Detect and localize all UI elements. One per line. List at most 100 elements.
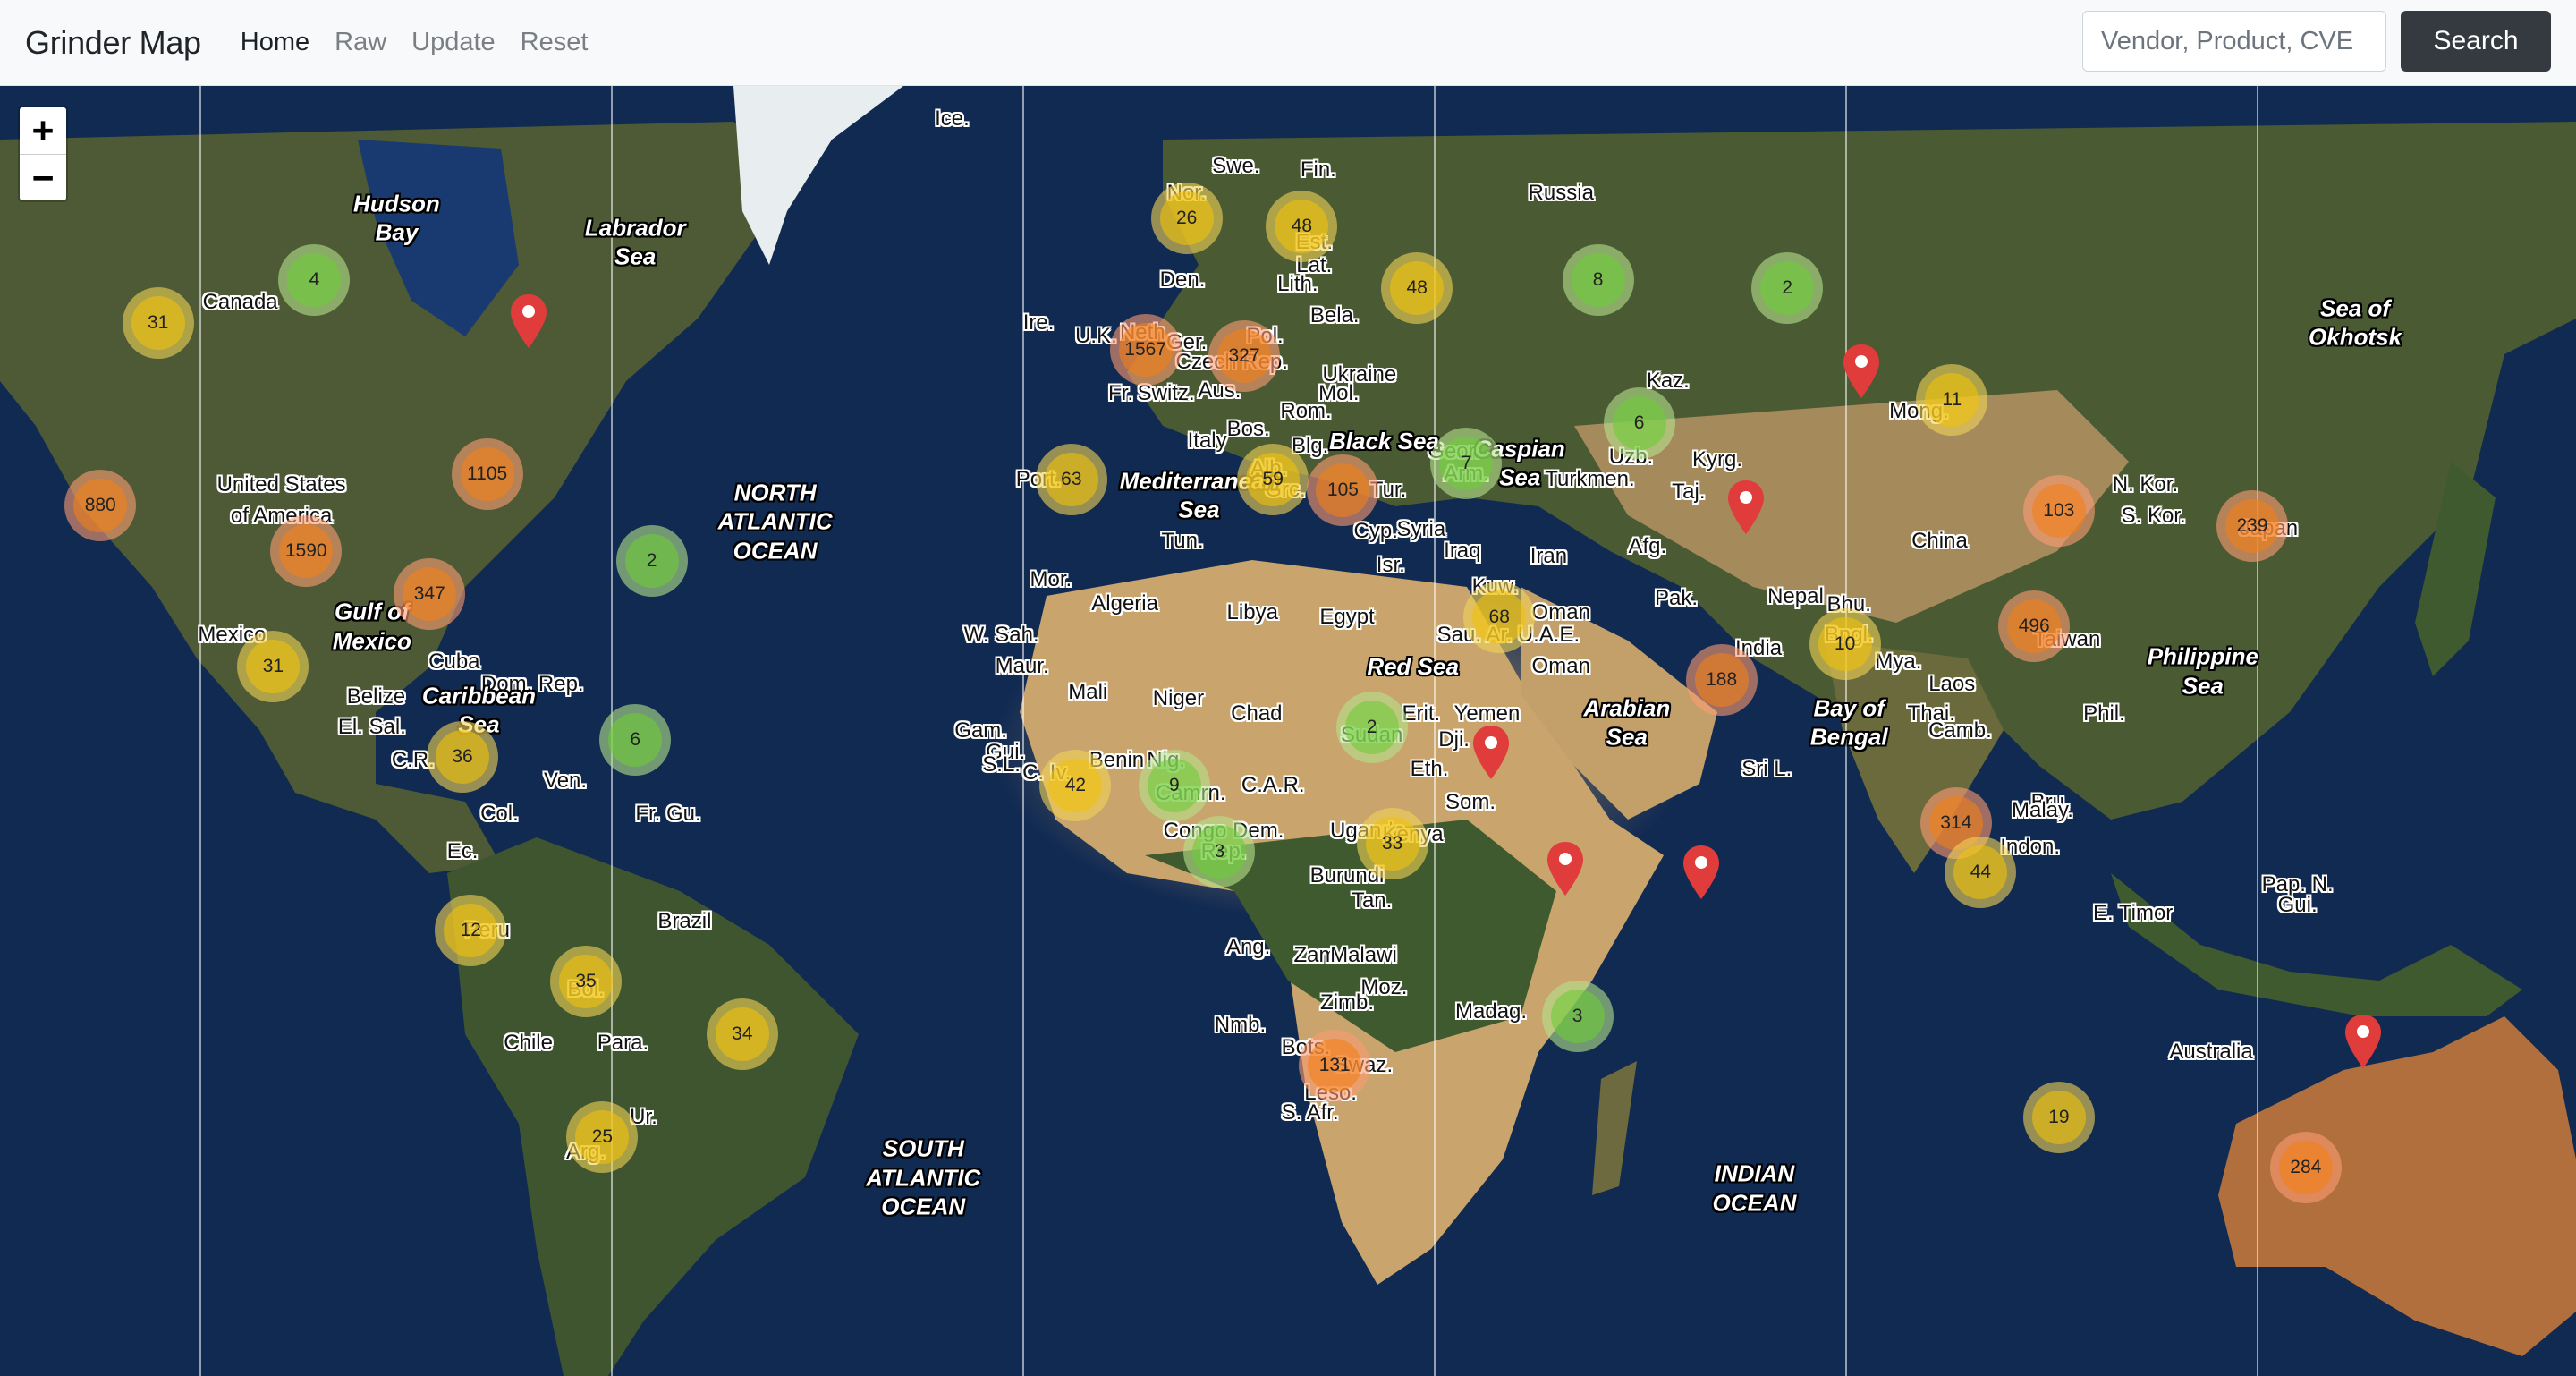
cluster-marker[interactable]: 68: [1463, 582, 1536, 654]
country-label: Algeria: [1091, 590, 1158, 616]
cluster-marker[interactable]: 2: [1751, 251, 1824, 324]
cluster-marker[interactable]: 103: [2022, 475, 2095, 548]
cluster-marker[interactable]: 188: [1685, 643, 1758, 716]
cluster-marker[interactable]: 44: [1945, 836, 2017, 908]
cluster-marker[interactable]: 63: [1035, 443, 1107, 515]
water-body-label-line: Philippine: [2147, 642, 2258, 670]
cluster-count: 131: [1308, 1038, 1362, 1092]
country-label: Ice.: [935, 106, 970, 131]
cluster-marker[interactable]: 26: [1150, 182, 1223, 254]
map-pin-icon[interactable]: [1546, 840, 1585, 897]
cluster-marker[interactable]: 3: [1183, 815, 1256, 888]
cluster-marker[interactable]: 12: [435, 894, 507, 966]
cluster-marker[interactable]: 31: [122, 286, 194, 359]
country-label: Syria: [1396, 516, 1446, 541]
cluster-marker[interactable]: 1590: [270, 515, 343, 588]
country-label: Ven.: [544, 769, 588, 794]
cluster-count: 48: [1390, 260, 1445, 315]
country-label: Afg.: [1628, 533, 1667, 558]
cluster-count: 239: [2225, 499, 2280, 554]
cluster-marker[interactable]: 6: [599, 703, 672, 776]
cluster-marker[interactable]: 33: [1356, 807, 1428, 879]
water-body-label: NORTH ATLANTIC OCEAN: [718, 478, 833, 565]
water-body-label: Hudson Bay: [353, 189, 440, 247]
cluster-marker[interactable]: 1567: [1109, 313, 1182, 386]
map-pin-icon[interactable]: [1682, 844, 1721, 901]
cluster-marker[interactable]: 42: [1039, 750, 1112, 822]
cluster-marker[interactable]: 48: [1381, 251, 1453, 324]
country-label: Ang.: [1225, 934, 1271, 959]
cluster-marker[interactable]: 31: [237, 631, 309, 703]
cluster-marker[interactable]: 19: [2022, 1082, 2095, 1154]
nav-raw[interactable]: Raw: [335, 28, 386, 57]
cluster-marker[interactable]: 1105: [451, 437, 523, 510]
zoom-in-button[interactable]: +: [20, 107, 66, 154]
cluster-marker[interactable]: 10: [1809, 608, 1881, 681]
cluster-marker[interactable]: 880: [64, 470, 137, 542]
nav-update[interactable]: Update: [411, 28, 496, 57]
cluster-marker[interactable]: 9: [1138, 750, 1210, 822]
cluster-marker[interactable]: 105: [1307, 454, 1379, 526]
map-pin-icon[interactable]: [509, 293, 548, 350]
cluster-marker[interactable]: 284: [2269, 1131, 2342, 1203]
water-body-label: Labrador Sea: [585, 213, 686, 271]
country-label: Niger: [1152, 686, 1205, 711]
cluster-marker[interactable]: 2: [615, 524, 688, 597]
country-label: Egypt: [1319, 605, 1375, 630]
cluster-marker[interactable]: 131: [1299, 1029, 1371, 1101]
cluster-count: 59: [1246, 452, 1301, 506]
water-body-label: Black Sea: [1329, 426, 1439, 455]
world-map[interactable]: Ice. Canada United States of America Mexico C…: [0, 86, 2576, 1376]
map-pin-icon[interactable]: [1726, 479, 1766, 536]
country-label: Sri L.: [1741, 756, 1792, 781]
cluster-marker[interactable]: 327: [1208, 320, 1281, 393]
cluster-count: 34: [715, 1007, 769, 1061]
cluster-marker[interactable]: 34: [706, 998, 778, 1070]
country-label: Gui.: [2277, 892, 2318, 917]
country-label: Oman: [1531, 600, 1590, 624]
map-pin-icon[interactable]: [2343, 1013, 2383, 1070]
country-label: E. Timor: [2092, 901, 2174, 926]
cluster-count: 35: [559, 954, 614, 1008]
cluster-count: 42: [1048, 759, 1103, 813]
water-body-label-line: Hudson: [353, 190, 440, 217]
cluster-marker[interactable]: 239: [2216, 490, 2289, 563]
water-body-label-line: Sea: [2182, 672, 2224, 700]
nav-reset[interactable]: Reset: [521, 28, 589, 57]
water-body-label-line: ATLANTIC: [717, 507, 833, 535]
brand-logo[interactable]: Grinder Map: [25, 24, 201, 62]
cluster-marker[interactable]: 4: [278, 244, 351, 317]
cluster-marker[interactable]: 7: [1430, 427, 1503, 499]
cluster-marker[interactable]: 8: [1562, 244, 1634, 317]
cluster-marker[interactable]: 2: [1335, 691, 1408, 763]
country-label: Camb.: [1928, 718, 1992, 743]
map-pin-icon[interactable]: [1471, 724, 1511, 781]
cluster-marker[interactable]: 36: [427, 720, 499, 793]
search-input[interactable]: [2082, 11, 2386, 72]
cluster-count: 6: [608, 712, 663, 767]
country-label: Rom.: [1280, 399, 1332, 424]
water-body-label-line: OCEAN: [733, 536, 818, 564]
cluster-marker[interactable]: 25: [566, 1100, 639, 1173]
cluster-count: 31: [246, 640, 301, 694]
map-pin-icon[interactable]: [1842, 343, 1881, 400]
cluster-marker[interactable]: 6: [1603, 387, 1675, 460]
water-body-label: Red Sea: [1367, 652, 1459, 682]
landmass-greenland: [733, 86, 903, 265]
cluster-marker[interactable]: 11: [1916, 363, 1988, 436]
cluster-marker[interactable]: 347: [394, 558, 466, 631]
cluster-marker[interactable]: 35: [550, 945, 623, 1017]
cluster-marker[interactable]: 3: [1541, 980, 1614, 1052]
cluster-marker[interactable]: 496: [1998, 590, 2071, 663]
cluster-count: 68: [1472, 590, 1527, 645]
search-button[interactable]: Search: [2401, 11, 2551, 72]
country-label: Fin.: [1300, 157, 1336, 182]
country-label: Tun.: [1161, 529, 1204, 554]
cluster-marker[interactable]: 48: [1266, 190, 1338, 262]
cluster-marker[interactable]: 59: [1237, 443, 1309, 515]
country-label: Col.: [480, 802, 519, 827]
cluster-count: 284: [2278, 1140, 2333, 1194]
cluster-count: 36: [436, 729, 490, 784]
nav-home[interactable]: Home: [241, 28, 309, 57]
zoom-out-button[interactable]: −: [20, 154, 66, 200]
